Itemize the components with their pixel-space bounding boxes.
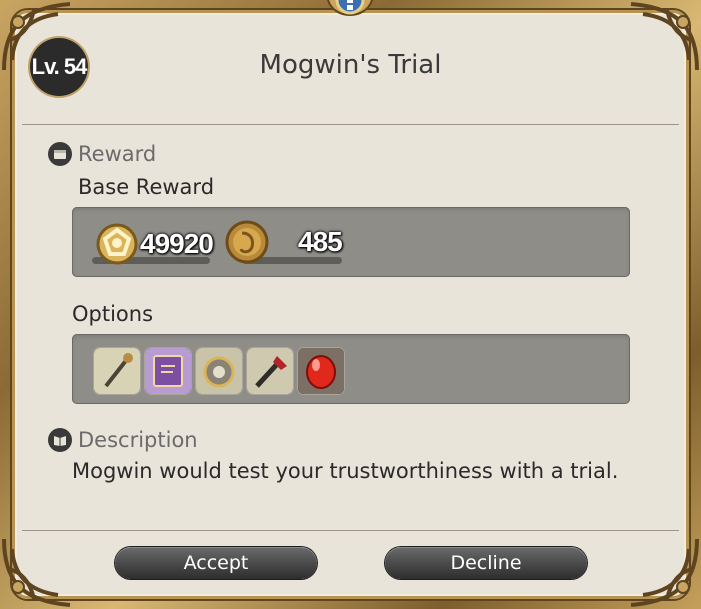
reward-header: Reward [48, 142, 156, 166]
gil-amount: 49920 [140, 228, 214, 259]
quest-title: Mogwin's Trial [259, 50, 442, 80]
accept-button[interactable]: Accept [115, 547, 317, 579]
quest-emblem-icon [318, 0, 382, 28]
grimoire-icon [145, 348, 191, 394]
footer-divider [22, 530, 679, 531]
option-item-astrolabe[interactable] [196, 348, 242, 394]
crossbow-icon [247, 348, 293, 394]
description-text: Mogwin would test your trustworthiness w… [72, 459, 619, 483]
astrolabe-icon [196, 348, 242, 394]
reward-icon [48, 142, 72, 166]
decline-button[interactable]: Decline [385, 547, 587, 579]
corner-ornament-icon [0, 529, 80, 609]
options-label: Options [72, 302, 154, 326]
base-reward-panel: 49920 485 [72, 207, 630, 277]
red-gem-icon [298, 348, 344, 394]
scepter-icon [94, 348, 140, 394]
allied-seal-icon [225, 220, 269, 264]
seals-reward[interactable]: 485 [224, 219, 343, 265]
corner-ornament-icon [621, 529, 701, 609]
gil-icon [96, 223, 138, 265]
options-panel [72, 334, 630, 404]
seals-amount: 485 [298, 226, 343, 257]
description-header-label: Description [78, 428, 198, 452]
reward-header-label: Reward [78, 142, 157, 166]
base-reward-label: Base Reward [78, 175, 215, 199]
description-header: Description [48, 428, 198, 452]
title-divider [22, 124, 679, 125]
option-item-red-gem[interactable] [298, 348, 344, 394]
option-item-grimoire[interactable] [145, 348, 191, 394]
book-icon [48, 428, 72, 452]
option-item-scepter[interactable] [94, 348, 140, 394]
option-item-crossbow[interactable] [247, 348, 293, 394]
gil-reward[interactable]: 49920 [94, 221, 214, 267]
